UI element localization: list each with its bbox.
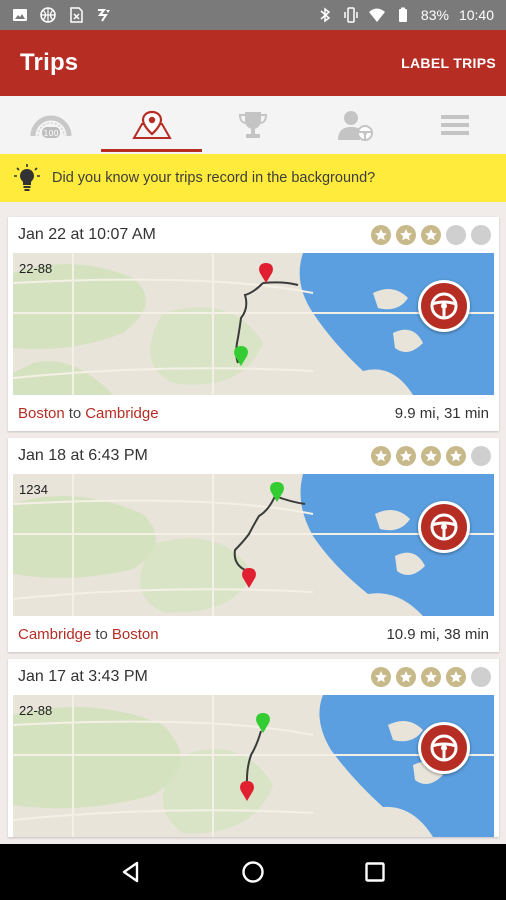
back-icon xyxy=(122,861,139,883)
star-empty-icon xyxy=(446,225,466,245)
sync-icon xyxy=(96,7,112,23)
back-button[interactable] xyxy=(111,852,151,892)
steering-wheel-icon xyxy=(430,292,458,320)
bluetooth-icon xyxy=(317,7,333,23)
star-filled-icon xyxy=(421,225,441,245)
user-steering-icon xyxy=(332,108,376,142)
trip-distance-duration: 10.9 mi, 38 min xyxy=(386,625,489,643)
map-label: 22-88 xyxy=(19,703,53,718)
map-image xyxy=(13,695,494,837)
trip-rating xyxy=(371,446,491,466)
star-filled-icon xyxy=(396,667,416,687)
tab-trips[interactable] xyxy=(101,96,203,154)
page-title: Trips xyxy=(20,49,79,76)
wifi-icon xyxy=(368,7,385,23)
system-nav-bar xyxy=(0,844,506,900)
basketball-icon xyxy=(40,7,56,23)
trip-distance-duration: 9.9 mi, 31 min xyxy=(394,404,489,422)
star-filled-icon xyxy=(371,446,391,466)
sim-x-icon xyxy=(68,7,84,23)
tab-rewards[interactable] xyxy=(202,96,303,154)
trip-header: Jan 17 at 3:43 PM xyxy=(8,659,499,695)
star-filled-icon xyxy=(396,225,416,245)
battery-icon xyxy=(395,7,411,23)
trip-destination: Cambridge xyxy=(85,404,159,422)
trip-list[interactable]: Jan 22 at 10:07 AM 22-88 Boston to Cambr… xyxy=(0,202,506,844)
star-filled-icon xyxy=(421,667,441,687)
trip-card[interactable]: Jan 22 at 10:07 AM 22-88 Boston to Cambr… xyxy=(8,217,499,431)
star-empty-icon xyxy=(471,667,491,687)
menu-icon xyxy=(433,108,477,142)
driver-toggle-button[interactable] xyxy=(418,280,470,332)
driver-toggle-button[interactable] xyxy=(418,722,470,774)
recents-icon xyxy=(365,862,385,882)
battery-percent: 83% xyxy=(420,7,449,23)
home-button[interactable] xyxy=(233,852,273,892)
star-filled-icon xyxy=(371,225,391,245)
trip-footer: Boston to Cambridge 9.9 mi, 31 min xyxy=(8,395,499,431)
trip-datetime: Jan 22 at 10:07 AM xyxy=(18,226,156,243)
trip-rating xyxy=(371,667,491,687)
trip-connector: to xyxy=(95,625,108,643)
vibrate-icon xyxy=(343,7,359,23)
lightbulb-icon xyxy=(14,164,40,192)
tip-text: Did you know your trips record in the ba… xyxy=(52,170,376,186)
star-filled-icon xyxy=(421,446,441,466)
map-label: 1234 xyxy=(19,482,48,497)
trip-origin: Cambridge xyxy=(18,625,92,643)
star-filled-icon xyxy=(396,446,416,466)
tip-banner[interactable]: Did you know your trips record in the ba… xyxy=(0,154,506,202)
star-filled-icon xyxy=(446,446,466,466)
tab-menu[interactable] xyxy=(405,96,506,154)
star-filled-icon xyxy=(371,667,391,687)
trip-footer: Cambridge to Boston 10.9 mi, 38 min xyxy=(8,616,499,652)
trip-datetime: Jan 17 at 3:43 PM xyxy=(18,668,148,685)
label-trips-button[interactable]: LABEL TRIPS xyxy=(393,47,496,79)
status-bar: 83% 10:40 xyxy=(0,0,506,30)
trip-connector: to xyxy=(68,404,82,422)
trip-header: Jan 18 at 6:43 PM xyxy=(8,438,499,474)
notification-icons xyxy=(12,7,112,23)
steering-wheel-icon xyxy=(430,734,458,762)
score-gauge-icon: 100 xyxy=(29,108,73,142)
system-indicators: 83% 10:40 xyxy=(317,7,494,23)
tab-score[interactable]: 100 xyxy=(0,96,101,154)
star-filled-icon xyxy=(446,667,466,687)
trip-map[interactable]: 22-88 xyxy=(13,695,494,837)
app-bar: Trips LABEL TRIPS xyxy=(0,30,506,96)
trip-rating xyxy=(371,225,491,245)
trip-header: Jan 22 at 10:07 AM xyxy=(8,217,499,253)
trip-card[interactable]: Jan 18 at 6:43 PM 1234 Cambridge to Bost… xyxy=(8,438,499,652)
image-icon xyxy=(12,7,28,23)
svg-text:100: 100 xyxy=(43,129,58,138)
trip-origin: Boston xyxy=(18,404,65,422)
recents-button[interactable] xyxy=(355,852,395,892)
driver-toggle-button[interactable] xyxy=(418,501,470,553)
tab-bar: 100 xyxy=(0,96,506,154)
clock: 10:40 xyxy=(458,7,494,23)
map-image xyxy=(13,253,494,395)
map-label: 22-88 xyxy=(19,261,53,276)
trip-card[interactable]: Jan 17 at 3:43 PM 22-88 xyxy=(8,659,499,837)
tab-profile[interactable] xyxy=(304,96,405,154)
map-pin-icon xyxy=(130,108,174,142)
trip-destination: Boston xyxy=(111,625,159,643)
home-icon xyxy=(242,861,264,883)
star-empty-icon xyxy=(471,225,491,245)
trip-datetime: Jan 18 at 6:43 PM xyxy=(18,447,148,464)
map-image xyxy=(13,474,494,616)
star-empty-icon xyxy=(471,446,491,466)
trip-map[interactable]: 22-88 xyxy=(13,253,494,395)
trophy-icon xyxy=(231,108,275,142)
trip-map[interactable]: 1234 xyxy=(13,474,494,616)
steering-wheel-icon xyxy=(430,513,458,541)
